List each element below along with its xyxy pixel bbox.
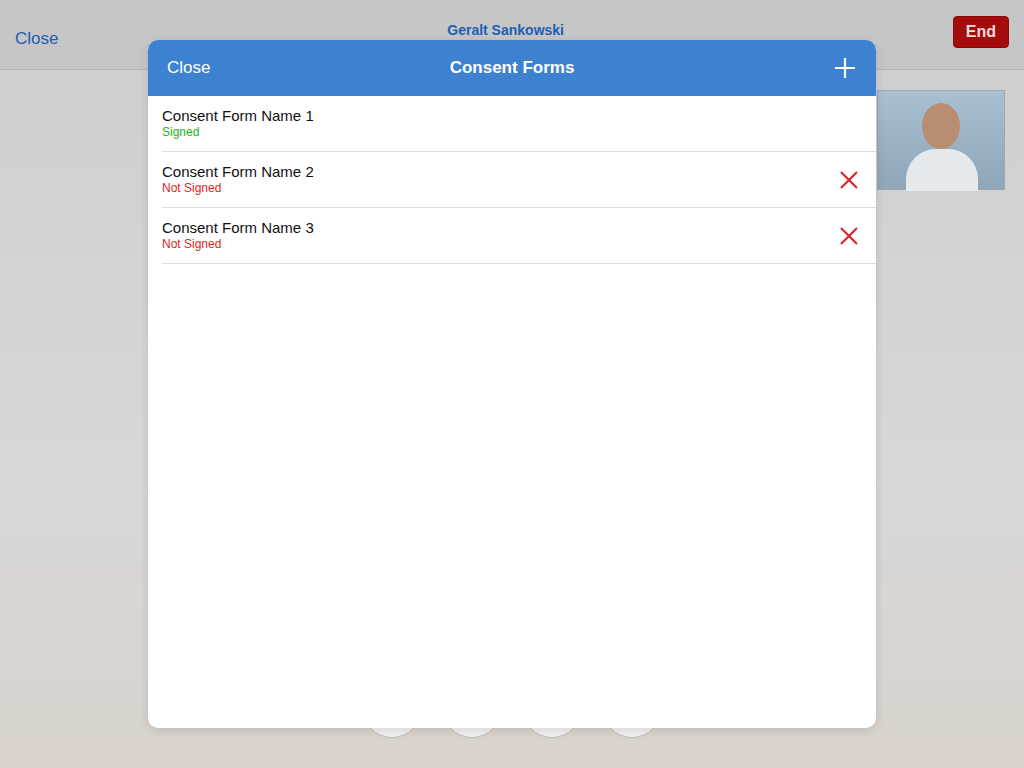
consent-form-row[interactable]: Consent Form Name 3Not Signed bbox=[162, 208, 876, 264]
consent-form-name: Consent Form Name 2 bbox=[162, 163, 314, 181]
call-close-button[interactable]: Close bbox=[15, 26, 58, 52]
consent-form-status: Not Signed bbox=[162, 237, 314, 252]
consent-form-row[interactable]: Consent Form Name 1Signed bbox=[162, 96, 876, 152]
add-form-button[interactable] bbox=[833, 56, 857, 80]
consent-form-info: Consent Form Name 3Not Signed bbox=[162, 219, 314, 252]
self-view-video bbox=[877, 90, 1005, 190]
remove-form-button[interactable] bbox=[838, 225, 860, 247]
consent-form-status: Not Signed bbox=[162, 181, 314, 196]
consent-form-row[interactable]: Consent Form Name 2Not Signed bbox=[162, 152, 876, 208]
dialog-header: CloseConsent Forms bbox=[148, 40, 876, 96]
end-call-button[interactable]: End bbox=[953, 16, 1009, 48]
dialog-title: Consent Forms bbox=[148, 55, 876, 81]
consent-forms-dialog: CloseConsent FormsConsent Form Name 1Sig… bbox=[148, 40, 876, 728]
self-view-body bbox=[906, 149, 978, 191]
consent-form-name: Consent Form Name 1 bbox=[162, 107, 314, 125]
dialog-close-button[interactable]: Close bbox=[167, 55, 210, 81]
consent-form-name: Consent Form Name 3 bbox=[162, 219, 314, 237]
consent-form-status: Signed bbox=[162, 125, 314, 140]
plus-icon bbox=[833, 56, 857, 80]
consent-form-info: Consent Form Name 2Not Signed bbox=[162, 163, 314, 196]
close-x-icon bbox=[838, 169, 860, 191]
caller-name: Geralt Sankowski bbox=[447, 20, 564, 41]
remove-form-button[interactable] bbox=[838, 169, 860, 191]
close-x-icon bbox=[838, 225, 860, 247]
self-view-head bbox=[922, 103, 960, 149]
consent-form-list: Consent Form Name 1SignedConsent Form Na… bbox=[148, 96, 876, 264]
consent-form-info: Consent Form Name 1Signed bbox=[162, 107, 314, 140]
